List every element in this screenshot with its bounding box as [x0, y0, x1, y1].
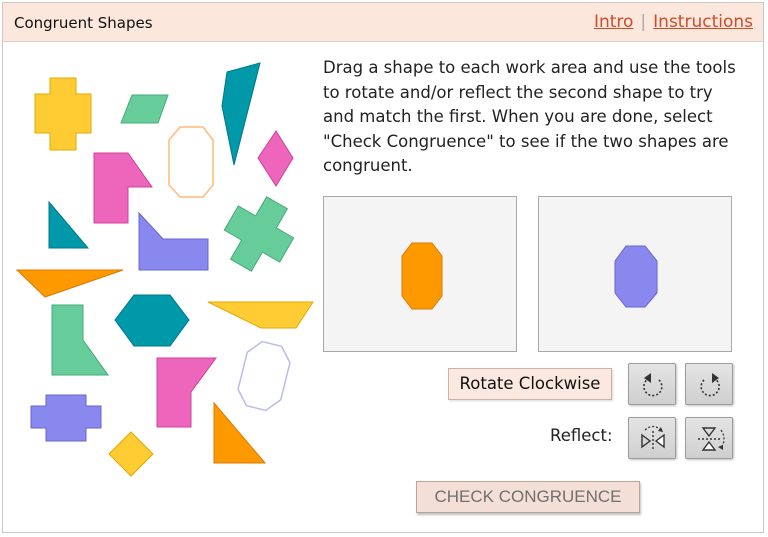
green-cross-shape[interactable]: [213, 187, 304, 281]
orange-thin-triangle-shape[interactable]: [15, 269, 124, 298]
purple-octagon-shape[interactable]: [614, 245, 658, 308]
purple-cross-shape[interactable]: [30, 394, 102, 442]
orange-triangle-shape[interactable]: [213, 401, 267, 464]
green-parallelogram-shape[interactable]: [120, 94, 169, 124]
pink-l2-shape[interactable]: [156, 357, 217, 428]
work-area-1[interactable]: [323, 196, 517, 352]
yellow-trapezoid-shape[interactable]: [207, 301, 314, 329]
work-area-2[interactable]: [538, 196, 732, 352]
instructions-link[interactable]: Instructions: [653, 12, 753, 32]
rotate-clockwise-button[interactable]: Rotate Clockwise: [448, 368, 612, 400]
check-congruence-button[interactable]: CHECK CONGRUENCE: [416, 481, 640, 513]
reflect-vertical-button[interactable]: [685, 417, 733, 459]
intro-link[interactable]: Intro: [594, 12, 633, 32]
reflect-label: Reflect:: [550, 426, 613, 445]
header-links: Intro | Instructions: [594, 12, 753, 32]
instructions-text: Drag a shape to each work area and use t…: [323, 58, 736, 175]
rotate-clockwise-icon: [700, 373, 720, 397]
pink-diamond-shape[interactable]: [257, 130, 294, 187]
green-boot-shape[interactable]: [51, 304, 109, 376]
shape-palette: [15, 62, 314, 477]
teal-sliver-shape[interactable]: [221, 62, 261, 166]
yellow-diamond-shape[interactable]: [108, 431, 154, 477]
reflect-horizontal-icon: [641, 425, 665, 451]
purple-outline-octagon-shape[interactable]: [235, 339, 294, 414]
pink-l-shape[interactable]: [93, 152, 153, 224]
yellow-cross-shape[interactable]: [34, 77, 92, 151]
orange-octagon-shape[interactable]: [401, 242, 443, 310]
reflect-vertical-icon: [698, 427, 725, 451]
reflect-horizontal-button[interactable]: [628, 417, 676, 459]
link-separator: |: [640, 12, 647, 32]
teal-triangle-shape[interactable]: [48, 200, 90, 249]
purple-l-shape[interactable]: [138, 211, 209, 271]
rotate-clockwise-tool-button[interactable]: [685, 363, 733, 405]
rotate-counterclockwise-button[interactable]: [628, 363, 676, 405]
rotate-counterclockwise-icon: [643, 373, 663, 397]
teal-hexagon-shape[interactable]: [114, 294, 190, 347]
orange-outline-octagon-shape[interactable]: [168, 126, 214, 198]
